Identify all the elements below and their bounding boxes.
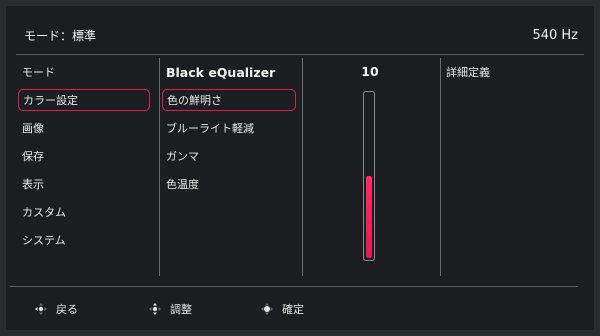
dpad-press-icon — [261, 303, 273, 315]
menu-item-system[interactable]: システム — [18, 230, 150, 252]
submenu-item-gamma[interactable]: ガンマ — [162, 146, 296, 168]
menu-item-mode[interactable]: モード — [18, 62, 150, 84]
dpad-left-icon — [35, 303, 47, 315]
refresh-rate: 540 Hz — [532, 27, 578, 43]
detail-label: 詳細定義 — [446, 66, 490, 79]
divider — [302, 58, 303, 276]
menu-item-picture[interactable]: 画像 — [18, 118, 150, 140]
adjust-value: 10 — [361, 64, 379, 79]
submenu-item-low-blue-light[interactable]: ブルーライト軽減 — [162, 118, 296, 140]
divider — [159, 58, 160, 276]
osd-footer: 戻る 調整 確定 — [10, 286, 578, 323]
level-slider[interactable] — [363, 91, 375, 261]
menu-item-save[interactable]: 保存 — [18, 146, 150, 168]
menu-item-display[interactable]: 表示 — [18, 174, 150, 196]
adjust-panel: 10 — [310, 58, 430, 278]
dpad-updown-icon — [149, 303, 161, 315]
mode-label: モード：標準 — [24, 28, 97, 43]
submenu-item-color-vibrance[interactable]: 色の鮮明さ — [162, 89, 296, 111]
footer-adjust[interactable]: 調整 — [148, 301, 192, 317]
submenu-item-color-temperature[interactable]: 色温度 — [162, 174, 296, 196]
divider — [440, 58, 441, 276]
confirm-label: 確定 — [282, 303, 304, 316]
submenu-item-black-equalizer[interactable]: Black eQualizer — [162, 62, 296, 84]
submenu: Black eQualizer 色の鮮明さ ブルーライト軽減 ガンマ 色温度 — [162, 58, 296, 278]
menu-item-color-settings[interactable]: カラー設定 — [18, 89, 150, 111]
osd-header: モード：標準 540 Hz — [16, 16, 584, 55]
back-label: 戻る — [56, 303, 78, 316]
main-menu: モード カラー設定 画像 保存 表示 カスタム システム — [18, 58, 150, 278]
adjust-label: 調整 — [170, 303, 192, 316]
level-slider-fill — [366, 176, 372, 258]
footer-back[interactable]: 戻る — [34, 301, 78, 317]
menu-item-custom[interactable]: カスタム — [18, 202, 150, 224]
detail-panel: 詳細定義 — [446, 58, 576, 278]
footer-confirm[interactable]: 確定 — [260, 301, 304, 317]
